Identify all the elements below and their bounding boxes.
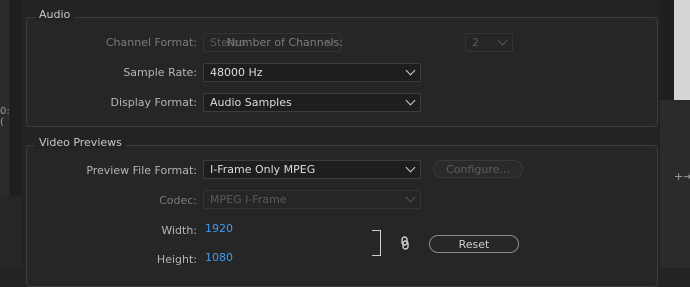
channel-format-label: Channel Format: xyxy=(105,36,197,49)
video-previews-group: Video Previews Preview File Format: I-Fr… xyxy=(26,136,658,287)
number-of-channels-value: 2 xyxy=(472,36,479,49)
chevron-down-icon xyxy=(405,162,416,173)
display-format-select[interactable]: Audio Samples xyxy=(203,93,421,112)
number-of-channels-label: Number of Channels: xyxy=(226,36,343,49)
background-right-panel xyxy=(674,0,690,100)
reset-button[interactable]: Reset xyxy=(429,235,519,253)
chain-link-icon[interactable] xyxy=(399,236,411,250)
sample-rate-value: 48000 Hz xyxy=(210,66,263,79)
configure-button[interactable]: Configure... xyxy=(433,160,523,178)
number-of-channels-select[interactable]: 2 xyxy=(465,33,513,52)
preview-file-format-select[interactable]: I-Frame Only MPEG xyxy=(203,160,421,179)
audio-group-title: Audio xyxy=(35,8,75,21)
audio-group: Audio Channel Format: Stereo Number of C… xyxy=(26,8,658,127)
video-previews-group-title: Video Previews xyxy=(35,136,126,149)
display-format-value: Audio Samples xyxy=(210,96,292,109)
height-label: Height: xyxy=(156,253,197,266)
background-bottom-left-panel xyxy=(0,196,22,268)
background-timecode-fragment: 0:( xyxy=(0,106,10,128)
preview-file-format-value: I-Frame Only MPEG xyxy=(210,163,316,176)
width-value[interactable]: 1920 xyxy=(205,222,233,235)
preview-file-format-label: Preview File Format: xyxy=(86,164,197,177)
chevron-down-icon xyxy=(405,95,416,106)
width-label: Width: xyxy=(161,224,197,237)
display-format-label: Display Format: xyxy=(110,96,197,109)
chevron-down-icon xyxy=(405,192,416,203)
sample-rate-select[interactable]: 48000 Hz xyxy=(203,63,421,82)
constrain-bracket-icon xyxy=(372,230,381,256)
background-right-dark-panel xyxy=(660,100,690,268)
sample-rate-label: Sample Rate: xyxy=(123,66,197,79)
chevron-down-icon xyxy=(405,65,416,76)
sequence-settings-dialog: Audio Channel Format: Stereo Number of C… xyxy=(22,0,660,287)
codec-label: Codec: xyxy=(159,194,197,207)
codec-select[interactable]: MPEG I-Frame xyxy=(203,190,421,209)
background-step-forward-icon: +⇥ xyxy=(674,170,690,183)
codec-value: MPEG I-Frame xyxy=(210,193,287,206)
height-value[interactable]: 1080 xyxy=(205,251,233,264)
chevron-down-icon xyxy=(497,35,508,46)
